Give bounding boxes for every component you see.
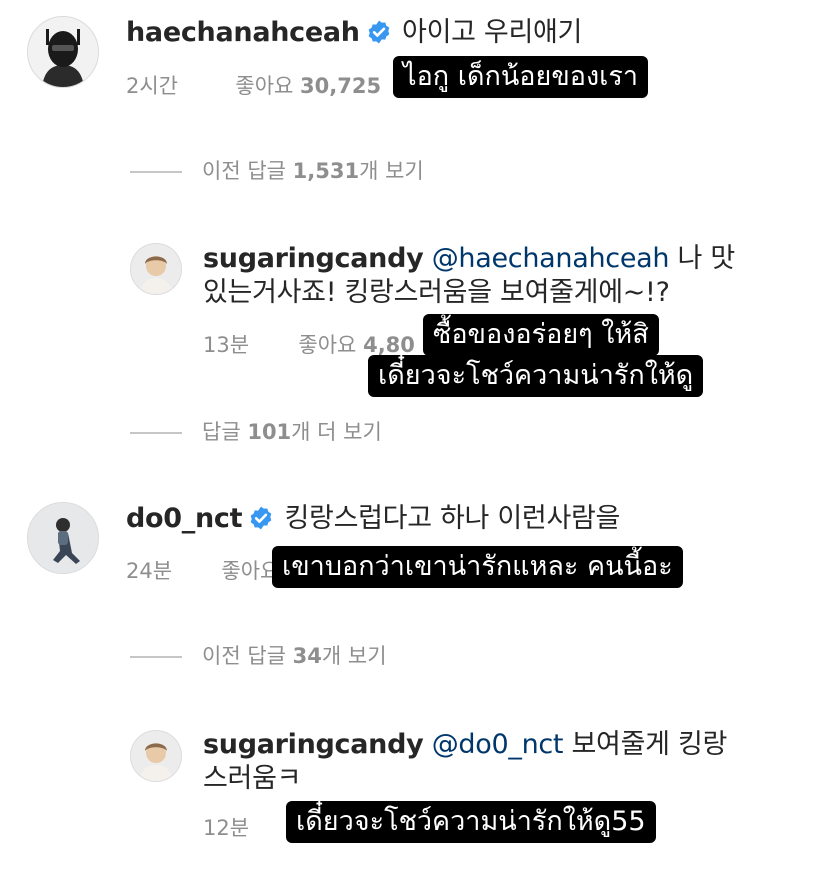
username[interactable]: do0_nct (126, 503, 243, 534)
likes-count[interactable]: 좋아요 30,725 (235, 74, 381, 98)
divider (130, 432, 182, 434)
subtitle-caption: ซื้อของอร่อยๆ ให้สิ (423, 314, 659, 356)
timestamp: 12분 (203, 816, 250, 840)
mention-link[interactable]: @haechanahceah (432, 243, 670, 274)
verified-badge-icon (248, 505, 274, 531)
comment-text-continued: 있는거사죠! 킹랑스러움을 보여줄게에~!? (203, 277, 670, 308)
comment-meta: 24분 좋아요 (126, 557, 279, 585)
avatar[interactable] (27, 16, 99, 88)
comment-meta: 12분 (203, 814, 249, 842)
comment-text-continued: 스러움ㅋ (203, 763, 302, 794)
avatar[interactable] (130, 730, 182, 782)
username[interactable]: sugaringcandy (203, 729, 424, 760)
timestamp: 13분 (203, 333, 250, 357)
comment-text: 보여줄게 킹랑 (571, 729, 728, 760)
person-avatar-icon (131, 731, 181, 781)
likes-count[interactable]: 좋아요 (221, 559, 279, 583)
helmet-avatar-icon (28, 17, 98, 87)
username[interactable]: haechanahceah (126, 17, 360, 48)
view-replies-button[interactable]: 이전 답글 34개 보기 (202, 642, 387, 670)
username[interactable]: sugaringcandy (203, 243, 424, 274)
comment: sugaringcandy @haechanahceah 나 맛 있는거사죠! … (203, 242, 803, 310)
divider (130, 656, 182, 658)
view-more-replies-button[interactable]: 답글 101개 더 보기 (202, 418, 382, 446)
comment-text: 나 맛 (677, 243, 736, 274)
subtitle-caption: เดี๋ยวจะโชว์ความน่ารักให้ดู (368, 355, 704, 397)
subtitle-caption: เดี๋ยวจะโชว์ความน่ารักให้ดู55 (286, 801, 656, 843)
person-sitting-avatar-icon (28, 503, 98, 573)
subtitle-caption: ไอกู เด็กน้อยของเรา (393, 56, 649, 98)
timestamp: 24분 (126, 559, 173, 583)
verified-badge-icon (366, 19, 392, 45)
comment-text: 킹랑스럽다고 하나 이런사람을 (284, 503, 621, 534)
comment: sugaringcandy @do0_nct 보여줄게 킹랑 스러움ㅋ (203, 728, 803, 796)
view-replies-button[interactable]: 이전 답글 1,531개 보기 (202, 157, 424, 185)
comment-meta: 2시간 좋아요 30,725 (126, 72, 381, 100)
subtitle-caption: เขาบอกว่าเขาน่ารักแหละ คนนี้อะ (272, 546, 683, 588)
comment: do0_nct 킹랑스럽다고 하나 이런사람을 (126, 502, 620, 536)
timestamp: 2시간 (126, 74, 179, 98)
comment: haechanahceah 아이고 우리애기 (126, 16, 582, 50)
comment-text: 아이고 우리애기 (402, 17, 583, 48)
person-avatar-icon (131, 244, 181, 294)
mention-link[interactable]: @do0_nct (432, 729, 564, 760)
avatar[interactable] (130, 243, 182, 295)
divider (130, 171, 182, 173)
likes-count[interactable]: 좋아요 4,80 (298, 333, 414, 357)
avatar[interactable] (27, 502, 99, 574)
